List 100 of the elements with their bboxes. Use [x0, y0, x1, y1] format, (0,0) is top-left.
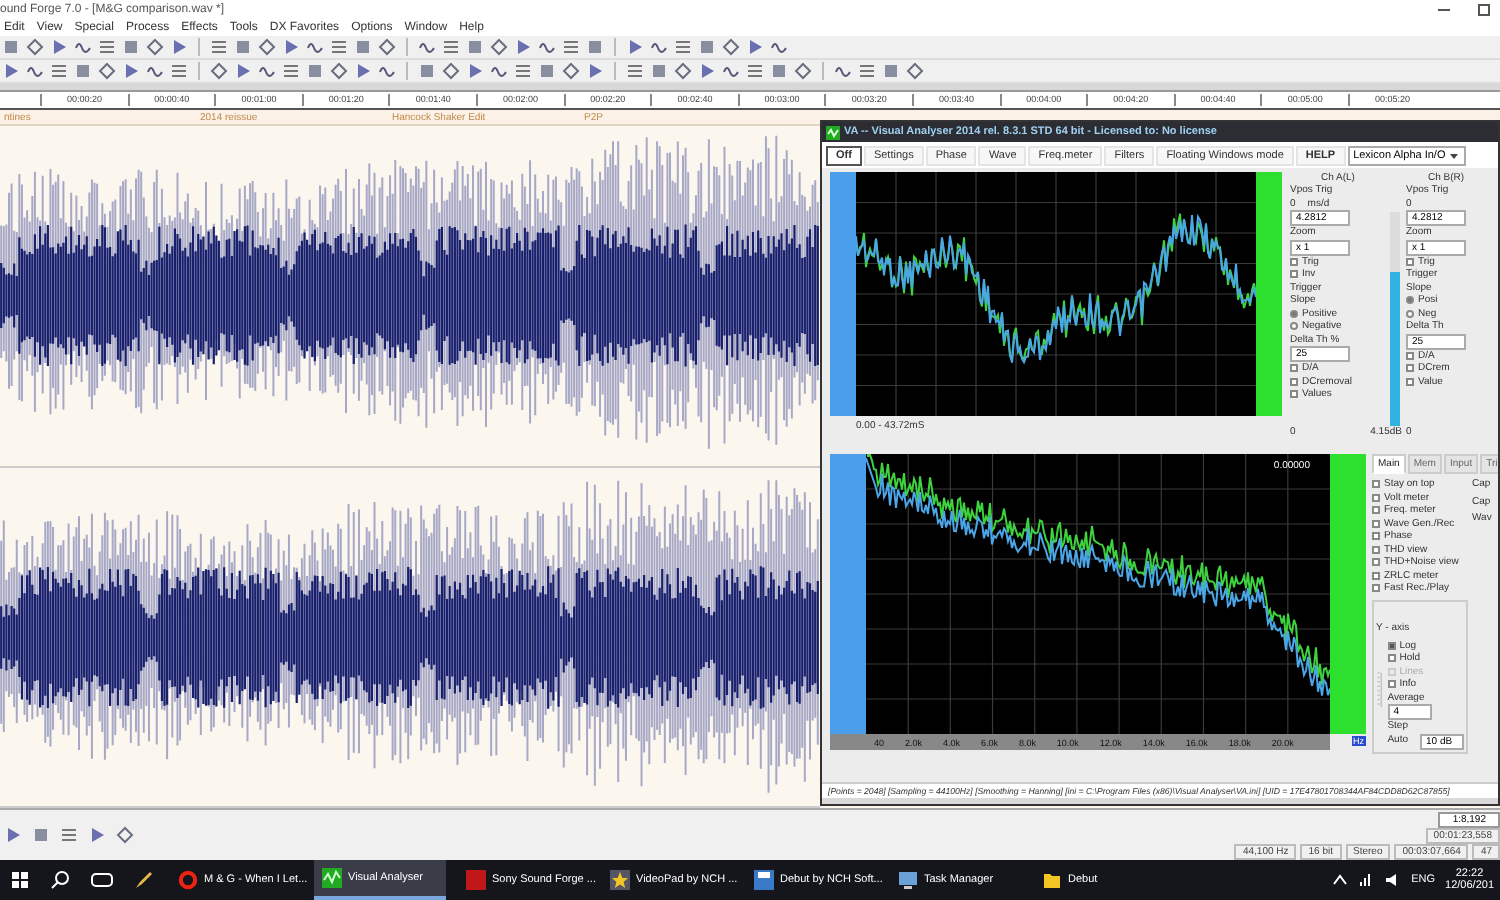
square-icon[interactable] [418, 62, 436, 80]
checkbox[interactable] [1387, 654, 1396, 663]
square-icon[interactable] [2, 38, 20, 56]
checkbox[interactable] [1387, 641, 1396, 650]
wave-icon[interactable] [650, 38, 668, 56]
play-icon[interactable] [88, 826, 106, 844]
speaker-icon[interactable] [1383, 872, 1402, 888]
wave-icon[interactable] [722, 62, 740, 80]
square-icon [466, 870, 486, 890]
diamond-icon[interactable] [490, 38, 508, 56]
checkbox[interactable] [1372, 532, 1380, 541]
play-icon[interactable] [2, 62, 20, 80]
radio-button[interactable] [1406, 309, 1414, 318]
bars-icon[interactable] [98, 38, 116, 56]
diamond-icon[interactable] [258, 38, 276, 56]
checkbox[interactable] [1372, 571, 1380, 580]
checkbox[interactable] [1290, 390, 1298, 399]
wave-icon[interactable] [26, 62, 44, 80]
square-icon[interactable] [698, 38, 716, 56]
square-icon[interactable] [74, 62, 92, 80]
diamond-icon[interactable] [98, 62, 116, 80]
square-icon[interactable] [306, 62, 324, 80]
bars-icon[interactable] [50, 62, 68, 80]
diamond-icon[interactable] [26, 38, 44, 56]
checkbox[interactable] [1372, 558, 1380, 567]
radio-button[interactable] [1406, 296, 1414, 305]
bars-icon[interactable] [170, 62, 188, 80]
chevron-icon[interactable] [1331, 872, 1348, 888]
checkbox[interactable] [1372, 584, 1380, 593]
wave-icon[interactable] [74, 38, 92, 56]
checkbox[interactable] [1372, 493, 1380, 502]
square-icon[interactable] [882, 62, 900, 80]
wave-icon[interactable] [538, 38, 556, 56]
bars-icon[interactable] [282, 62, 300, 80]
bars-icon[interactable] [674, 38, 692, 56]
square-icon[interactable] [538, 62, 556, 80]
checkbox[interactable] [1406, 377, 1414, 386]
pencil-icon[interactable] [134, 870, 154, 890]
diamond-icon[interactable] [210, 62, 228, 80]
play-icon[interactable] [122, 62, 140, 80]
bars-icon[interactable] [858, 62, 876, 80]
bars-icon[interactable] [562, 38, 580, 56]
maximize-icon[interactable] [1476, 1, 1492, 17]
diamond-icon[interactable] [794, 62, 812, 80]
windows-icon[interactable] [10, 870, 30, 890]
wave-icon[interactable] [770, 38, 788, 56]
task-view-icon[interactable] [90, 870, 114, 890]
play-icon[interactable] [4, 826, 22, 844]
radio-button[interactable] [1290, 309, 1298, 318]
play-icon[interactable] [586, 62, 604, 80]
diamond-icon[interactable] [146, 38, 164, 56]
wave-icon[interactable] [258, 62, 276, 80]
checkbox[interactable] [1406, 364, 1414, 373]
square-icon[interactable] [234, 38, 252, 56]
checkbox[interactable] [1372, 519, 1380, 528]
wave-icon[interactable] [418, 38, 436, 56]
square-icon[interactable] [122, 38, 140, 56]
bars-icon[interactable] [442, 38, 460, 56]
bars-icon[interactable] [210, 38, 228, 56]
square-icon[interactable] [770, 62, 788, 80]
wave-icon[interactable] [146, 62, 164, 80]
checkbox[interactable] [1290, 364, 1298, 373]
diamond-icon[interactable] [562, 62, 580, 80]
diamond-icon[interactable] [722, 38, 740, 56]
diamond-icon[interactable] [330, 62, 348, 80]
wave-icon[interactable] [306, 38, 324, 56]
wave-icon[interactable] [490, 62, 508, 80]
bars-icon[interactable] [514, 62, 532, 80]
radio-button[interactable] [1290, 322, 1298, 331]
checkbox[interactable] [1372, 545, 1380, 554]
checkbox[interactable] [1290, 257, 1298, 266]
checkbox[interactable] [1290, 377, 1298, 386]
diamond-icon[interactable] [906, 62, 924, 80]
play-icon[interactable] [354, 62, 372, 80]
checkbox[interactable] [1387, 680, 1396, 689]
checkbox[interactable] [1372, 480, 1380, 489]
wave-icon[interactable] [378, 62, 396, 80]
checkbox[interactable] [1290, 270, 1298, 279]
bars-icon[interactable] [626, 62, 644, 80]
diamond-icon[interactable] [442, 62, 460, 80]
checkbox[interactable] [1406, 257, 1414, 266]
bars-icon[interactable] [60, 826, 78, 844]
bars-icon[interactable] [330, 38, 348, 56]
square-icon[interactable] [32, 826, 50, 844]
wave-icon[interactable] [834, 62, 852, 80]
search-icon[interactable] [50, 870, 70, 890]
checkbox[interactable] [1372, 506, 1380, 515]
network-icon[interactable] [1357, 872, 1374, 888]
square-icon[interactable] [466, 38, 484, 56]
diamond-icon[interactable] [378, 38, 396, 56]
square-icon[interactable] [354, 38, 372, 56]
diamond-icon[interactable] [674, 62, 692, 80]
play-icon[interactable] [698, 62, 716, 80]
checkbox[interactable] [1406, 351, 1414, 360]
play-icon[interactable] [234, 62, 252, 80]
play-icon[interactable] [466, 62, 484, 80]
bars-icon[interactable] [746, 62, 764, 80]
diamond-icon[interactable] [116, 826, 134, 844]
square-icon[interactable] [586, 38, 604, 56]
square-icon[interactable] [650, 62, 668, 80]
